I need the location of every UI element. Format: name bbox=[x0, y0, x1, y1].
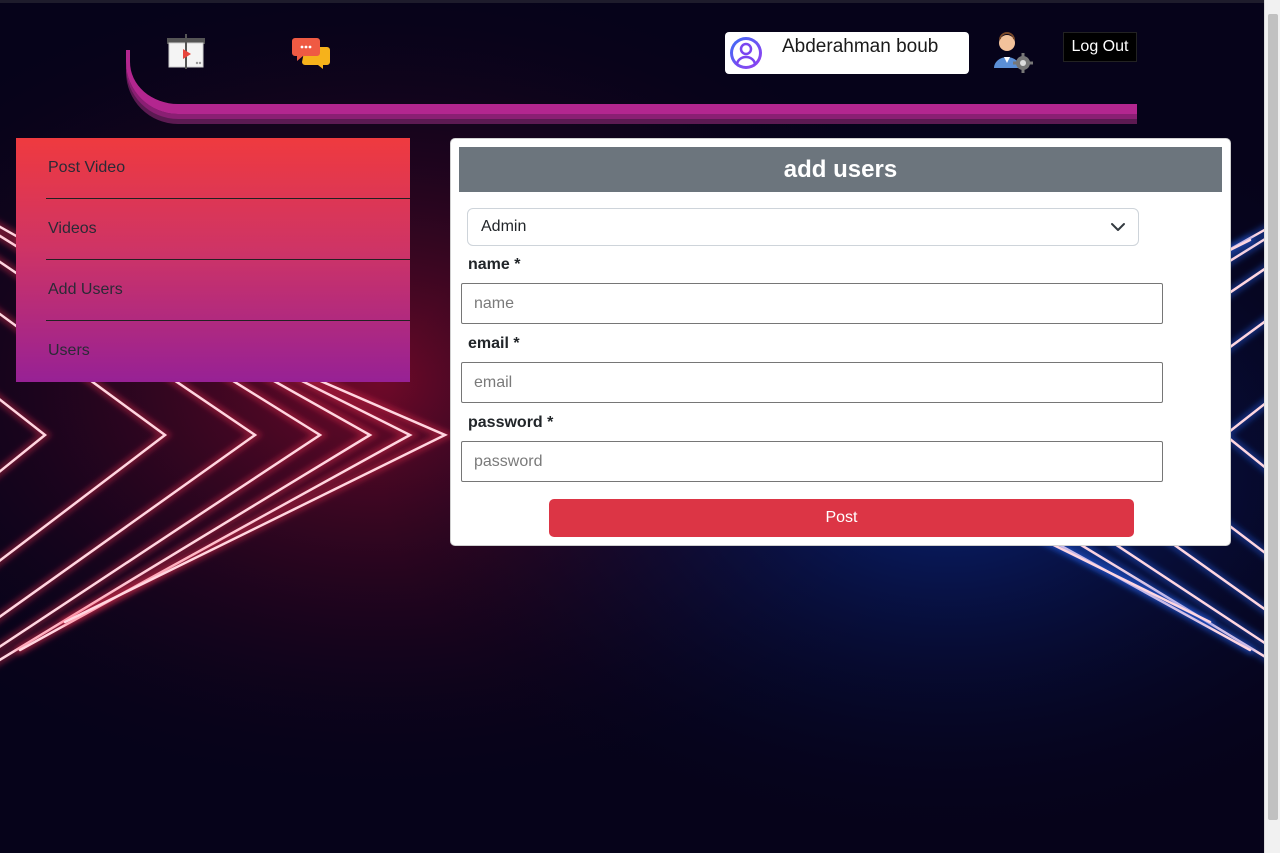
page-scrollbar[interactable] bbox=[1264, 0, 1280, 853]
user-name: Abderahman boub bbox=[782, 36, 939, 57]
post-button[interactable]: Post bbox=[549, 499, 1134, 537]
sidebar: Post Video Videos Add Users Users bbox=[16, 138, 410, 382]
video-board-icon[interactable] bbox=[165, 32, 207, 72]
password-label: password * bbox=[468, 414, 554, 431]
email-input[interactable] bbox=[461, 362, 1163, 403]
user-profile-card[interactable]: Abderahman boub bbox=[725, 32, 969, 74]
sidebar-item-post-video[interactable]: Post Video bbox=[16, 138, 410, 199]
admin-settings-icon[interactable] bbox=[991, 30, 1035, 74]
password-input[interactable] bbox=[461, 441, 1163, 482]
sidebar-item-users[interactable]: Users bbox=[16, 321, 410, 382]
chat-icon[interactable] bbox=[290, 32, 332, 72]
card-title: add users bbox=[459, 147, 1222, 192]
name-label: name * bbox=[468, 256, 521, 273]
add-users-card: add users Admin name * email * password … bbox=[450, 138, 1231, 546]
logout-button[interactable]: Log Out bbox=[1063, 32, 1137, 62]
sidebar-item-label: Add Users bbox=[48, 281, 123, 298]
sidebar-item-label: Post Video bbox=[48, 159, 126, 176]
sidebar-item-add-users[interactable]: Add Users bbox=[16, 260, 410, 321]
sidebar-item-videos[interactable]: Videos bbox=[16, 199, 410, 260]
sidebar-item-label: Users bbox=[48, 342, 90, 359]
email-label: email * bbox=[468, 335, 520, 352]
sidebar-item-label: Videos bbox=[48, 220, 97, 237]
role-select-value: Admin bbox=[481, 218, 527, 235]
role-select[interactable]: Admin bbox=[467, 208, 1139, 246]
name-input[interactable] bbox=[461, 283, 1163, 324]
scrollbar-thumb[interactable] bbox=[1268, 14, 1278, 820]
user-avatar-icon bbox=[730, 37, 762, 69]
chevron-down-icon bbox=[1111, 223, 1125, 231]
browser-top-edge bbox=[0, 0, 1264, 3]
